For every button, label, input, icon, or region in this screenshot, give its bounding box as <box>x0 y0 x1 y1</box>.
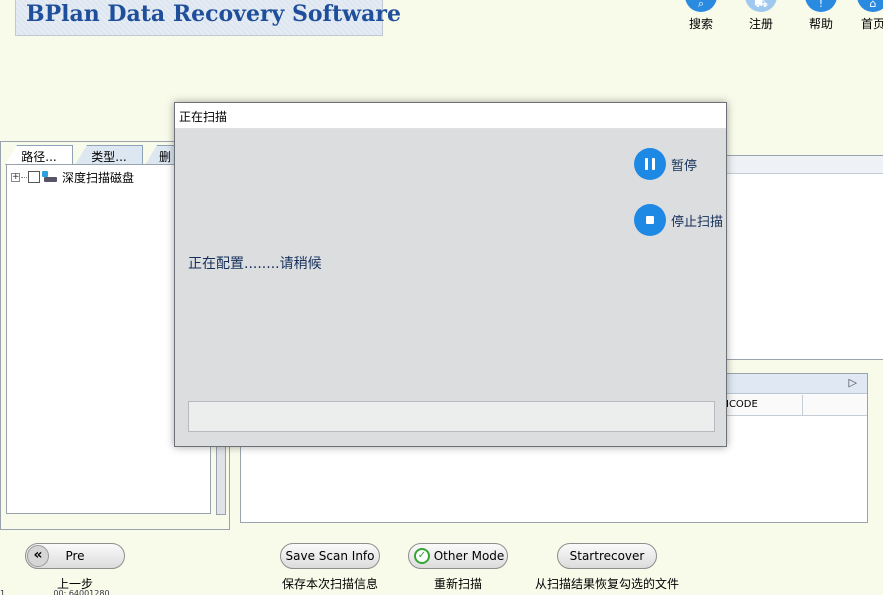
tree-root-row[interactable]: + 深度扫描磁盘 <box>11 169 134 185</box>
scroll-right-icon[interactable]: ▷ <box>849 376 857 389</box>
toolbar-home-button[interactable]: ⌂ 首页 <box>848 0 883 34</box>
scan-progress-bar <box>188 401 715 432</box>
pause-label: 暂停 <box>671 158 698 174</box>
save-scan-info-button[interactable]: Save Scan Info <box>280 543 380 569</box>
logo-banner: BPlan Data Recovery Software <box>15 0 401 36</box>
pre-caption: 上一步 <box>56 577 93 591</box>
home-icon: ⌂ <box>857 0 883 12</box>
stop-scan-button[interactable]: 停止扫描 <box>634 204 723 236</box>
cart-icon: ⛟ <box>745 0 777 12</box>
tab-type[interactable]: 类型... <box>75 145 143 165</box>
toolbar-register-label: 注册 <box>748 17 773 31</box>
tree-connector <box>21 176 27 178</box>
double-chevron-left-icon: « <box>27 545 49 567</box>
column-icode[interactable]: ICODE <box>723 395 803 416</box>
start-recover-caption: 从扫描结果恢复勾选的文件 <box>534 577 679 591</box>
file-list-top[interactable] <box>720 155 883 360</box>
pause-button[interactable]: 暂停 <box>634 148 697 180</box>
app-title: BPlan Data Recovery Software <box>26 1 401 27</box>
file-list-top-header <box>721 156 883 174</box>
save-scan-info-caption: 保存本次扫描信息 <box>281 577 378 591</box>
search-icon: ⌕ <box>685 0 717 12</box>
tab-path[interactable]: 路径... <box>5 145 73 165</box>
disk-icon <box>42 171 58 183</box>
toolbar-help-label: 帮助 <box>808 17 833 31</box>
pre-button-label: Pre <box>65 549 85 563</box>
start-recover-button[interactable]: Startrecover <box>557 543 657 569</box>
pane-splitter[interactable] <box>216 445 226 515</box>
stop-icon <box>634 204 666 236</box>
toolbar-register-button[interactable]: ⛟ 注册 <box>736 0 786 34</box>
expand-icon[interactable]: + <box>11 172 20 182</box>
scan-status-text: 正在配置........请稍候 <box>188 256 322 272</box>
tree-root-checkbox[interactable] <box>28 171 40 183</box>
scan-dialog: 正在扫描 暂停 停止扫描 正在配置........请稍候 <box>174 102 727 447</box>
toolbar-search-label: 搜索 <box>688 17 713 31</box>
pause-icon <box>634 148 666 180</box>
other-mode-caption: 重新扫描 <box>433 577 482 591</box>
pre-button[interactable]: « Pre <box>25 543 125 569</box>
toolbar-search-button[interactable]: ⌕ 搜索 <box>676 0 726 34</box>
toolbar-help-button[interactable]: ! 帮助 <box>796 0 846 34</box>
start-recover-label: Startrecover <box>569 549 645 563</box>
toolbar-home-label: 首页 <box>860 17 883 31</box>
stop-scan-label: 停止扫描 <box>671 214 724 230</box>
dialog-title: 正在扫描 <box>175 103 726 129</box>
check-circle-icon: ✓ <box>414 548 430 564</box>
tree-root-label: 深度扫描磁盘 <box>62 170 135 185</box>
help-icon: ! <box>805 0 837 12</box>
other-mode-label: Other Mode <box>433 549 505 563</box>
save-scan-info-label: Save Scan Info <box>285 549 375 563</box>
other-mode-button[interactable]: ✓ Other Mode <box>408 543 508 569</box>
